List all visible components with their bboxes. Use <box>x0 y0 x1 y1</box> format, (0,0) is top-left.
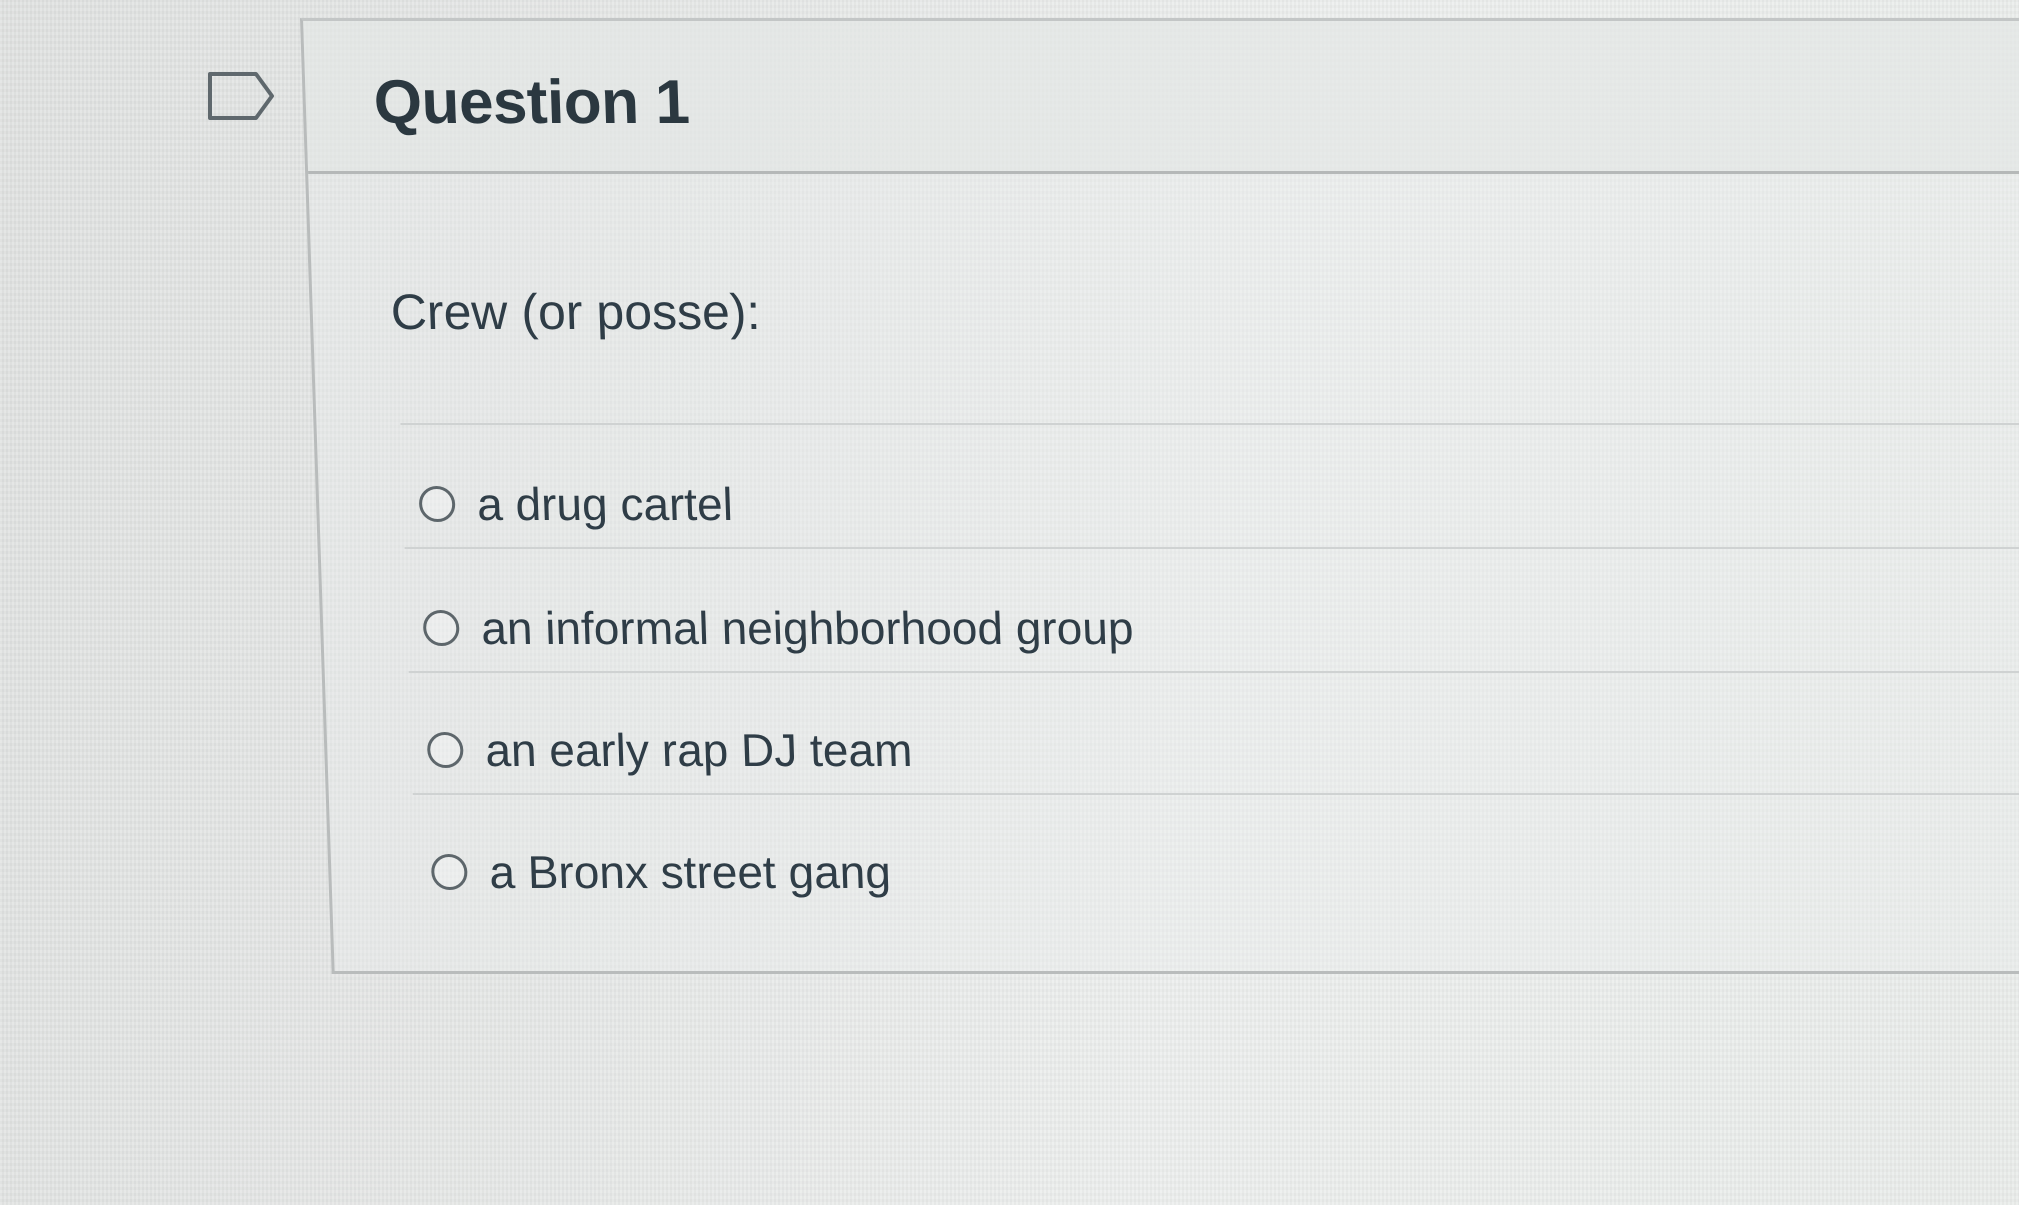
answer-label: an informal neighborhood group <box>480 602 1135 654</box>
answer-label: an early rap DJ team <box>484 724 914 776</box>
answer-label: a drug cartel <box>476 478 734 530</box>
answer-divider <box>412 793 2019 795</box>
question-card: Question 1 Crew (or posse): a drug carte… <box>300 18 2019 974</box>
answer-option[interactable]: a drug cartel <box>418 459 735 549</box>
answer-label: a Bronx street gang <box>488 846 892 898</box>
question-prompt: Crew (or posse): <box>389 284 762 340</box>
radio-button[interactable] <box>418 486 456 522</box>
answer-option[interactable]: an informal neighborhood group <box>422 583 1135 673</box>
radio-button[interactable] <box>422 610 460 646</box>
flag-question-icon[interactable] <box>206 70 276 122</box>
question-header: Question 1 <box>303 21 2019 174</box>
answer-option[interactable]: a Bronx street gang <box>430 827 892 917</box>
answer-divider <box>400 423 2019 425</box>
question-title: Question 1 <box>372 68 691 137</box>
radio-button[interactable] <box>426 732 464 768</box>
answer-divider <box>408 671 2019 673</box>
radio-button[interactable] <box>430 854 468 890</box>
answer-divider <box>404 547 2019 549</box>
answer-option[interactable]: an early rap DJ team <box>426 705 914 795</box>
